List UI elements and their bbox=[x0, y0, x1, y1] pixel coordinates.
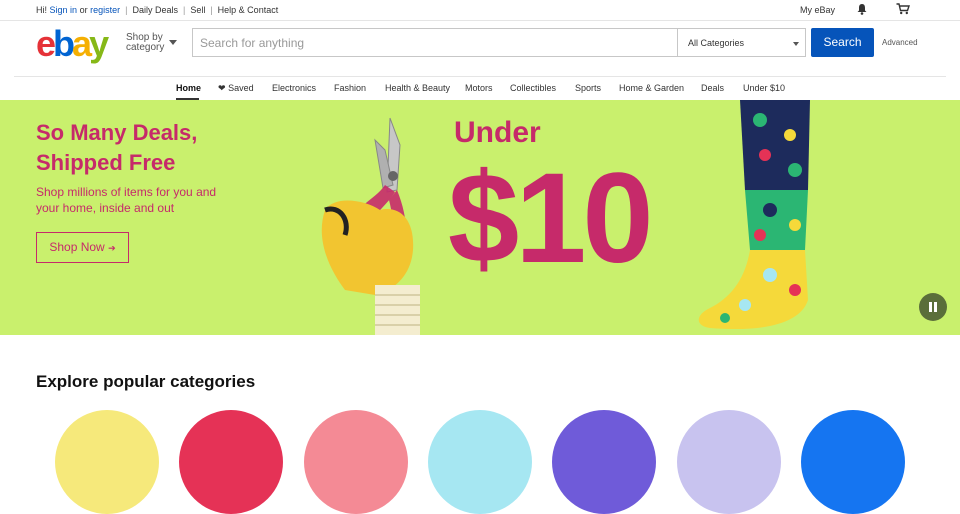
arrow-right-icon: ➔ bbox=[108, 243, 116, 253]
category-circle[interactable] bbox=[552, 410, 656, 514]
logo-letter-e: e bbox=[36, 23, 56, 64]
hero-title-line1: So Many Deals, bbox=[36, 120, 198, 145]
help-contact-link[interactable]: Help & Contact bbox=[218, 5, 279, 15]
pause-button[interactable] bbox=[919, 293, 947, 321]
category-circle[interactable] bbox=[179, 410, 283, 514]
category-circle[interactable] bbox=[304, 410, 408, 514]
nav-item-saved[interactable]: ❤ Saved bbox=[218, 83, 254, 94]
nav-item-home-garden[interactable]: Home & Garden bbox=[619, 83, 684, 93]
greeting-text: Hi! bbox=[36, 5, 47, 15]
logo-letter-y: y bbox=[89, 23, 109, 64]
category-circle[interactable] bbox=[801, 410, 905, 514]
nav-item-deals[interactable]: Deals bbox=[701, 83, 724, 93]
nav-item-electronics[interactable]: Electronics bbox=[272, 83, 316, 93]
nav-item-collectibles[interactable]: Collectibles bbox=[510, 83, 556, 93]
sell-link[interactable]: Sell bbox=[190, 5, 205, 15]
category-nav: Home ❤ Saved Electronics Fashion Health … bbox=[0, 83, 960, 100]
shop-by-category-button[interactable]: Shop by category bbox=[126, 33, 177, 53]
section-title: Explore popular categories bbox=[36, 372, 256, 391]
logo-letter-a: a bbox=[72, 23, 92, 64]
hero-banner[interactable]: So Many Deals, Shipped Free Shop million… bbox=[0, 100, 960, 335]
hero-title: So Many Deals, Shipped Free bbox=[36, 118, 197, 178]
category-circle[interactable] bbox=[677, 410, 781, 514]
pruning-shears-image bbox=[321, 117, 420, 335]
bell-icon[interactable] bbox=[856, 3, 868, 15]
divider: | bbox=[182, 5, 186, 15]
search-box[interactable] bbox=[192, 28, 678, 57]
search-input[interactable] bbox=[193, 29, 677, 56]
chevron-down-icon bbox=[169, 40, 177, 45]
nav-item-fashion[interactable]: Fashion bbox=[334, 83, 366, 93]
shop-now-button[interactable]: Shop Now ➔ bbox=[36, 232, 129, 263]
shop-now-label: Shop Now bbox=[49, 240, 105, 254]
nav-item-sports[interactable]: Sports bbox=[575, 83, 601, 93]
ebay-logo[interactable]: ebay bbox=[36, 23, 109, 64]
category-circle[interactable] bbox=[428, 410, 532, 514]
pause-icon-bar bbox=[934, 302, 937, 312]
or-text: or bbox=[79, 5, 88, 15]
sock-image bbox=[698, 100, 810, 330]
category-select-value: All Categories bbox=[688, 38, 745, 48]
category-circle[interactable] bbox=[55, 410, 159, 514]
hero-title-line2: Shipped Free bbox=[36, 150, 176, 175]
promo-price-text: $10 bbox=[448, 147, 654, 290]
sign-in-link[interactable]: Sign in bbox=[50, 5, 78, 15]
heart-icon: ❤ bbox=[218, 83, 226, 93]
nav-item-saved-label: Saved bbox=[228, 83, 254, 93]
nav-divider bbox=[14, 76, 946, 77]
top-utility-bar: Hi! Sign in or register | Daily Deals | … bbox=[0, 0, 960, 21]
divider: | bbox=[125, 5, 128, 15]
category-select[interactable]: All Categories bbox=[677, 28, 806, 57]
my-ebay-link[interactable]: My eBay bbox=[800, 5, 835, 15]
chevron-down-icon bbox=[793, 42, 799, 46]
daily-deals-link[interactable]: Daily Deals bbox=[132, 5, 178, 15]
pause-icon-bar bbox=[929, 302, 932, 312]
category-label: category bbox=[126, 42, 165, 53]
cart-icon[interactable] bbox=[896, 3, 910, 15]
register-link[interactable]: register bbox=[90, 5, 120, 15]
top-left-links: Hi! Sign in or register | Daily Deals | … bbox=[36, 5, 278, 15]
nav-item-health-beauty[interactable]: Health & Beauty bbox=[385, 83, 450, 93]
nav-item-under-10[interactable]: Under $10 bbox=[743, 83, 785, 93]
hero-subtitle: Shop millions of items for you and your … bbox=[36, 185, 217, 215]
nav-item-motors[interactable]: Motors bbox=[465, 83, 493, 93]
search-button[interactable]: Search bbox=[811, 28, 874, 57]
divider: | bbox=[210, 5, 213, 15]
nav-item-home[interactable]: Home bbox=[176, 83, 201, 93]
logo-letter-b: b bbox=[53, 23, 75, 64]
advanced-search-link[interactable]: Advanced bbox=[882, 38, 918, 47]
